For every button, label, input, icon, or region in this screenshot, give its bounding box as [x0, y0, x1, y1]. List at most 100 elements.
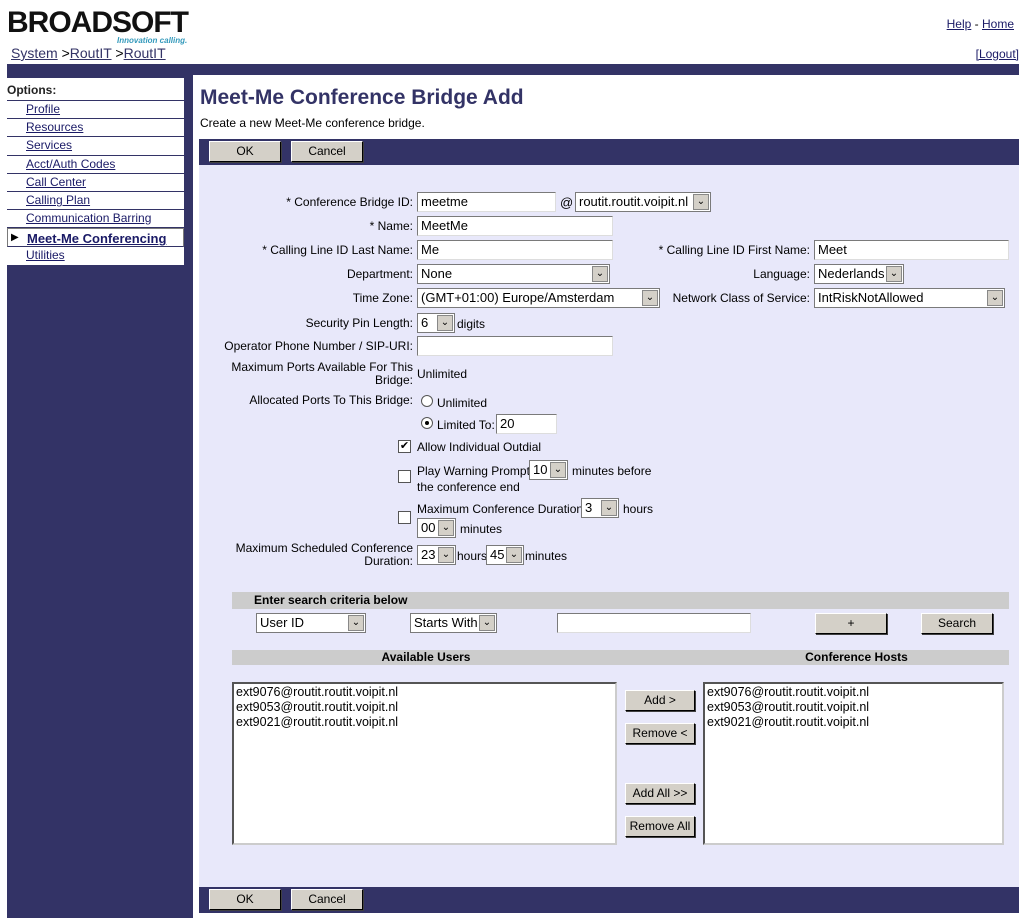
- hours-text: hours: [623, 502, 654, 516]
- domain-select[interactable]: routit.routit.voipit.nl ⌄: [575, 192, 711, 212]
- sched-minutes-text: minutes: [525, 549, 568, 563]
- help-link[interactable]: Help: [947, 17, 972, 31]
- last-name-label: * Calling Line ID Last Name:: [262, 243, 413, 257]
- sidebar-item-profile[interactable]: Profile: [7, 101, 184, 120]
- search-button[interactable]: Search: [921, 613, 993, 634]
- list-item[interactable]: ext9053@routit.routit.voipit.nl: [707, 700, 1000, 715]
- list-item[interactable]: ext9021@routit.routit.voipit.nl: [707, 715, 1000, 730]
- sidebar-link[interactable]: Meet-Me Conferencing: [27, 231, 166, 246]
- at-sign: @: [560, 195, 574, 210]
- sidebar-item-services[interactable]: Services: [7, 137, 184, 156]
- list-item[interactable]: ext9053@routit.routit.voipit.nl: [236, 700, 613, 715]
- options-title: Options:: [7, 78, 184, 101]
- ncos-label: Network Class of Service:: [672, 291, 810, 305]
- cancel-button-bottom[interactable]: Cancel: [291, 889, 363, 910]
- list-item[interactable]: ext9076@routit.routit.voipit.nl: [707, 685, 1000, 700]
- sidebar-link[interactable]: Acct/Auth Codes: [26, 157, 115, 171]
- ok-button[interactable]: OK: [209, 141, 281, 162]
- chevron-down-icon: ⌄: [437, 315, 453, 331]
- options-menu: Options: Profile Resources Services Acct…: [7, 78, 184, 265]
- unlimited-radio[interactable]: [421, 395, 433, 407]
- pin-length-label: Security Pin Length:: [305, 316, 413, 330]
- page-description: Create a new Meet-Me conference bridge.: [200, 116, 425, 130]
- sidebar-link[interactable]: Utilities: [26, 248, 65, 262]
- conference-hosts-header: Conference Hosts: [704, 650, 1009, 665]
- outdial-checkbox[interactable]: ✔: [398, 440, 411, 453]
- operator-input[interactable]: [417, 336, 613, 356]
- cancel-button[interactable]: Cancel: [291, 141, 363, 162]
- last-name-input[interactable]: Me: [417, 240, 613, 260]
- max-duration-minutes-select[interactable]: 00 ⌄: [417, 518, 456, 538]
- crumb-routit-2[interactable]: RoutIT: [124, 45, 166, 61]
- add-criteria-button[interactable]: +: [815, 613, 887, 634]
- home-link[interactable]: Home: [982, 17, 1014, 31]
- limited-radio[interactable]: [421, 417, 433, 429]
- conference-hosts-list[interactable]: ext9076@routit.routit.voipit.nl ext9053@…: [703, 682, 1004, 845]
- add-all-button[interactable]: Add All >>: [625, 783, 695, 804]
- list-item[interactable]: ext9021@routit.routit.voipit.nl: [236, 715, 613, 730]
- warning-prompt-label-3: the conference end: [417, 480, 520, 494]
- sidebar-item-utilities[interactable]: Utilities: [7, 247, 184, 265]
- sidebar-link[interactable]: Resources: [26, 120, 83, 134]
- remove-all-button[interactable]: Remove All: [625, 816, 695, 837]
- language-select[interactable]: Nederlands ⌄: [814, 264, 904, 284]
- chevron-down-icon: ⌄: [592, 266, 608, 282]
- max-duration-checkbox[interactable]: [398, 511, 411, 524]
- sidebar-item-calling-plan[interactable]: Calling Plan: [7, 192, 184, 211]
- chevron-down-icon: ⌄: [601, 500, 617, 516]
- add-button[interactable]: Add >: [625, 690, 695, 711]
- breadcrumb: System >RoutIT >RoutIT: [11, 45, 166, 61]
- name-label: * Name:: [369, 219, 413, 233]
- outdial-label: Allow Individual Outdial: [417, 440, 542, 454]
- chevron-down-icon: ⌄: [438, 547, 454, 563]
- sched-hours-text: hours: [457, 549, 488, 563]
- sidebar-link[interactable]: Services: [26, 138, 72, 152]
- sidebar-link[interactable]: Profile: [26, 102, 60, 116]
- bridge-id-input[interactable]: meetme: [417, 192, 556, 212]
- search-field-select[interactable]: User ID ⌄: [256, 613, 366, 633]
- first-name-label: * Calling Line ID First Name:: [658, 243, 810, 257]
- unlimited-radio-label: Unlimited: [437, 396, 488, 410]
- crumb-system[interactable]: System: [11, 45, 58, 61]
- current-arrow-icon: ▶: [11, 232, 19, 244]
- warning-minutes-select[interactable]: 10 ⌄: [529, 460, 568, 480]
- department-select[interactable]: None ⌄: [417, 264, 610, 284]
- max-ports-value: Unlimited: [417, 367, 468, 381]
- sidebar-item-resources[interactable]: Resources: [7, 119, 184, 138]
- sidebar-item-communication-barring[interactable]: Communication Barring: [7, 210, 184, 229]
- search-header: Enter search criteria below: [232, 592, 1009, 609]
- logout-link[interactable]: [Logout]: [976, 47, 1019, 61]
- warning-prompt-checkbox[interactable]: [398, 470, 411, 483]
- limited-to-input[interactable]: 20: [496, 414, 557, 434]
- available-users-list[interactable]: ext9076@routit.routit.voipit.nl ext9053@…: [232, 682, 617, 845]
- chevron-down-icon: ⌄: [438, 520, 454, 536]
- header-bar: [7, 64, 1019, 75]
- bridge-id-label: * Conference Bridge ID:: [286, 195, 413, 209]
- search-mode-select[interactable]: Starts With ⌄: [410, 613, 497, 633]
- crumb-routit-1[interactable]: RoutIT: [70, 45, 112, 61]
- scheduled-minutes-select[interactable]: 45 ⌄: [486, 545, 524, 565]
- ok-button-bottom[interactable]: OK: [209, 889, 281, 910]
- ncos-select[interactable]: IntRiskNotAllowed ⌄: [814, 288, 1005, 308]
- sidebar-link[interactable]: Calling Plan: [26, 193, 90, 207]
- name-input[interactable]: MeetMe: [417, 216, 613, 236]
- available-users-header: Available Users: [232, 650, 620, 665]
- sidebar-item-call-center[interactable]: Call Center: [7, 174, 184, 192]
- sidebar-item-acct-auth-codes[interactable]: Acct/Auth Codes: [7, 156, 184, 174]
- search-input[interactable]: [557, 613, 751, 633]
- allocated-ports-label: Allocated Ports To This Bridge:: [249, 393, 413, 407]
- language-label: Language:: [753, 267, 810, 281]
- list-item[interactable]: ext9076@routit.routit.voipit.nl: [236, 685, 613, 700]
- chevron-down-icon: ⌄: [693, 194, 709, 210]
- sidebar-link[interactable]: Communication Barring: [26, 211, 151, 225]
- time-zone-label: Time Zone:: [352, 291, 413, 305]
- chevron-down-icon: ⌄: [479, 615, 495, 631]
- first-name-input[interactable]: Meet: [814, 240, 1009, 260]
- sidebar-item-meet-me-conferencing[interactable]: ▶ Meet-Me Conferencing: [7, 228, 184, 247]
- bottom-button-bar: OK Cancel: [199, 887, 1019, 913]
- scheduled-hours-select[interactable]: 23 ⌄: [417, 545, 456, 565]
- remove-button[interactable]: Remove <: [625, 723, 695, 744]
- sidebar-link[interactable]: Call Center: [26, 175, 86, 189]
- pin-length-select[interactable]: 6 ⌄: [417, 313, 455, 333]
- max-duration-hours-select[interactable]: 3 ⌄: [581, 498, 619, 518]
